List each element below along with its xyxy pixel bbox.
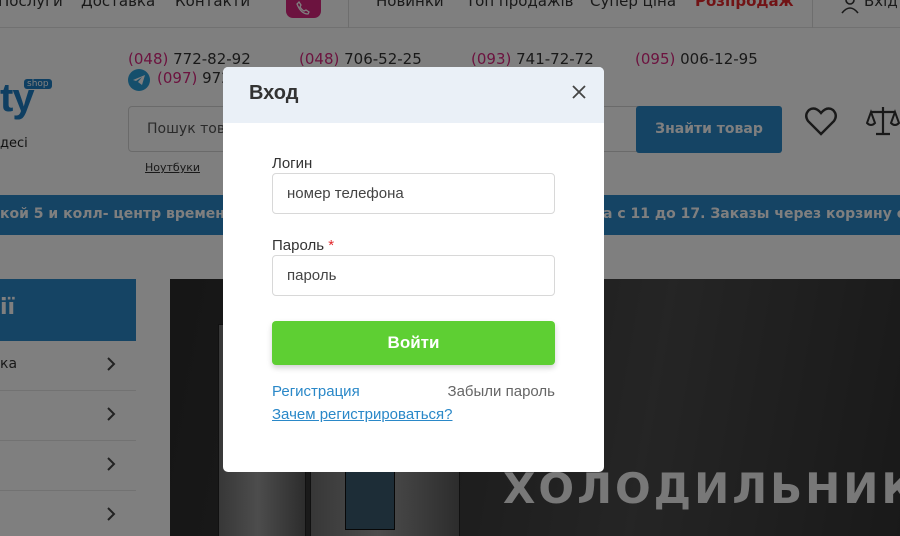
modal-title: Вход xyxy=(249,82,299,104)
password-field[interactable] xyxy=(272,255,555,296)
why-register-link[interactable]: Зачем регистрироваться? xyxy=(272,406,452,423)
forgot-password-link[interactable]: Забыли пароль xyxy=(448,383,555,400)
login-label: Логин xyxy=(272,155,313,172)
password-label-text: Пароль xyxy=(272,237,325,254)
login-modal: Вход Логин Пароль * Войти Регистрация За… xyxy=(223,67,604,472)
required-marker: * xyxy=(328,237,335,254)
login-button[interactable]: Войти xyxy=(272,321,555,365)
register-link[interactable]: Регистрация xyxy=(272,383,360,400)
password-label: Пароль * xyxy=(272,237,334,254)
modal-header: Вход xyxy=(223,67,604,123)
close-icon[interactable] xyxy=(570,83,588,101)
login-field[interactable] xyxy=(272,173,555,214)
